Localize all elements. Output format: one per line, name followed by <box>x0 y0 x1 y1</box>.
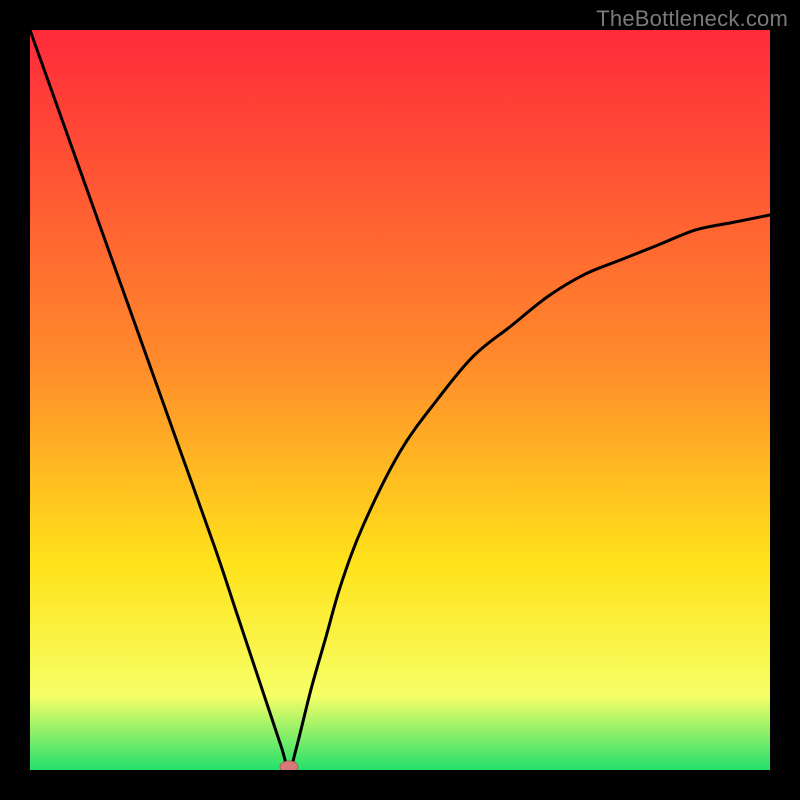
chart-frame <box>30 30 770 770</box>
attribution-text: TheBottleneck.com <box>596 6 788 32</box>
optimal-point-marker <box>280 761 298 770</box>
bottleneck-chart <box>30 30 770 770</box>
gradient-background <box>30 30 770 770</box>
